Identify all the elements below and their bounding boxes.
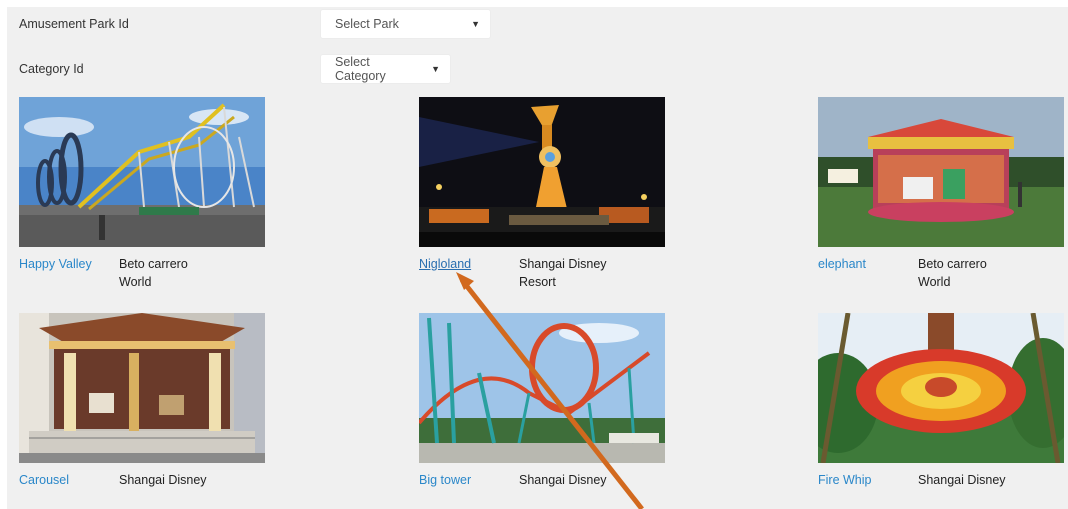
ride-park: Shangai Disney [918, 473, 1006, 487]
category-select-value: Select Category [335, 55, 386, 83]
ride-image-roller-coaster[interactable] [19, 97, 265, 247]
ride-image-spinning-tower[interactable] [419, 97, 665, 247]
ride-park: Beto carrero World [918, 257, 987, 289]
ride-card: Happy Valley Beto carrero World [19, 97, 265, 291]
ride-name-link[interactable]: Big tower [419, 471, 519, 489]
ride-card: Fire Whip Shangai Disney [818, 313, 1064, 489]
chevron-down-icon: ▼ [471, 19, 480, 29]
ride-card: elephant Beto carrero World [818, 97, 1064, 291]
ride-card: Big tower Shangai Disney [419, 313, 665, 489]
ride-park: Shangai Disney [119, 473, 207, 487]
category-select[interactable]: Select Category ▼ [320, 54, 451, 84]
ride-name-link[interactable]: Happy Valley [19, 255, 119, 291]
ride-card: Carousel Shangai Disney [19, 313, 265, 489]
park-select-value: Select Park [335, 17, 399, 31]
amusement-park-id-label: Amusement Park Id [19, 17, 129, 31]
ride-image-carousel[interactable] [818, 97, 1064, 247]
ride-image-swinging-ring[interactable] [818, 313, 1064, 463]
ride-park: Beto carrero World [119, 257, 188, 289]
category-id-label: Category Id [19, 62, 84, 76]
ride-name-link[interactable]: Carousel [19, 471, 119, 489]
ride-card: Nigloland Shangai Disney Resort [419, 97, 665, 291]
chevron-down-icon: ▼ [431, 64, 440, 74]
ride-name-link[interactable]: elephant [818, 255, 918, 291]
ride-name-link[interactable]: Fire Whip [818, 471, 918, 489]
ride-name-link[interactable]: Nigloland [419, 255, 519, 291]
ride-park: Shangai Disney [519, 473, 607, 487]
ride-park: Shangai Disney Resort [519, 257, 607, 289]
ride-image-vintage-carousel[interactable] [19, 313, 265, 463]
park-select[interactable]: Select Park ▼ [320, 9, 491, 39]
ride-image-loop-coaster[interactable] [419, 313, 665, 463]
